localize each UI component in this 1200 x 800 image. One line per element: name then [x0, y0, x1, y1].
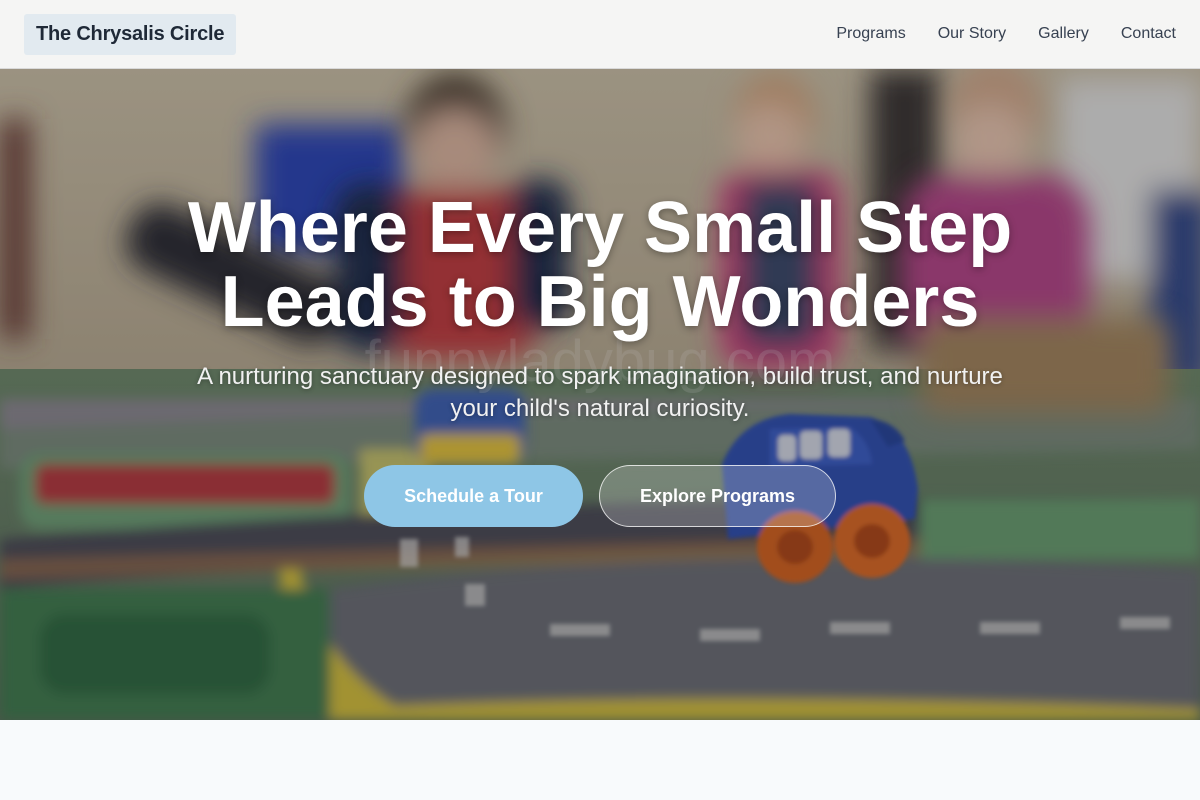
site-header: The Chrysalis Circle Programs Our Story … [0, 0, 1200, 69]
nav-link-our-story[interactable]: Our Story [938, 25, 1006, 43]
hero-title: Where Every Small Step Leads to Big Wond… [100, 191, 1100, 339]
hero-title-line-1: Where Every Small Step [187, 188, 1013, 268]
schedule-tour-button[interactable]: Schedule a Tour [364, 465, 583, 527]
next-section [0, 720, 1200, 800]
hero-subtitle: A nurturing sanctuary designed to spark … [197, 363, 1003, 422]
site-logo[interactable]: The Chrysalis Circle [24, 13, 237, 55]
hero-cta-group: Schedule a Tour Explore Programs [0, 465, 1200, 527]
nav-link-gallery[interactable]: Gallery [1038, 25, 1089, 43]
hero-title-line-2: Leads to Big Wonders [220, 262, 980, 342]
nav-link-programs[interactable]: Programs [836, 25, 905, 43]
explore-programs-button[interactable]: Explore Programs [599, 465, 836, 527]
hero-content: Where Every Small Step Leads to Big Wond… [0, 69, 1200, 720]
hero-section: funnyladybug.com Where Every Small Step … [0, 69, 1200, 720]
nav-link-contact[interactable]: Contact [1121, 25, 1176, 43]
page: The Chrysalis Circle Programs Our Story … [0, 0, 1200, 800]
main-nav: Programs Our Story Gallery Contact [836, 25, 1176, 43]
